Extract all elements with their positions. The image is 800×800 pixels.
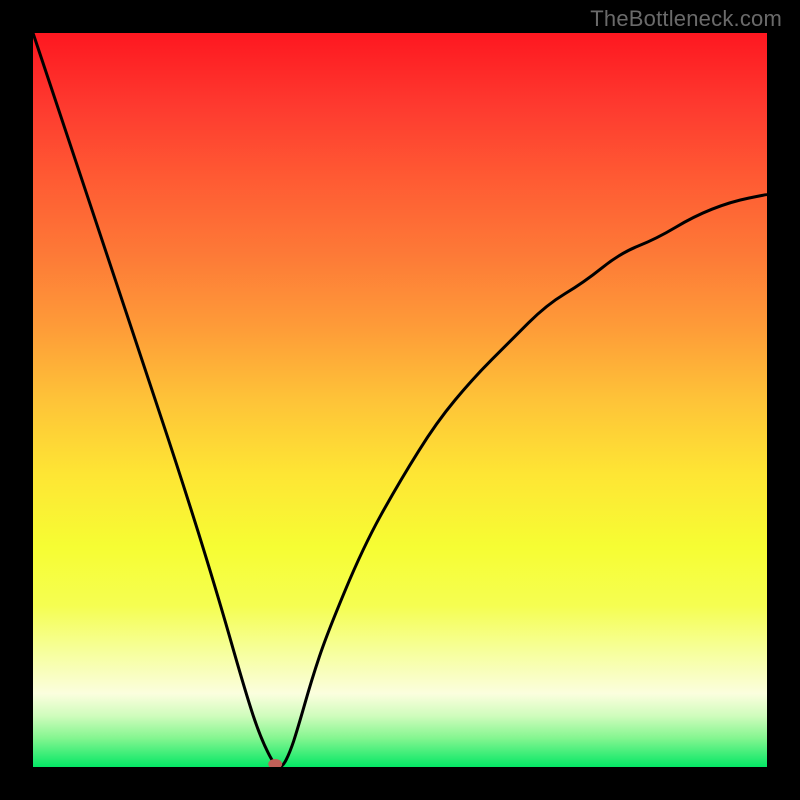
chart-svg — [33, 33, 767, 767]
plot-area — [33, 33, 767, 767]
bottleneck-curve — [33, 33, 767, 767]
optimal-point-marker — [268, 759, 282, 767]
watermark-text: TheBottleneck.com — [590, 6, 782, 32]
chart-stage: TheBottleneck.com — [0, 0, 800, 800]
